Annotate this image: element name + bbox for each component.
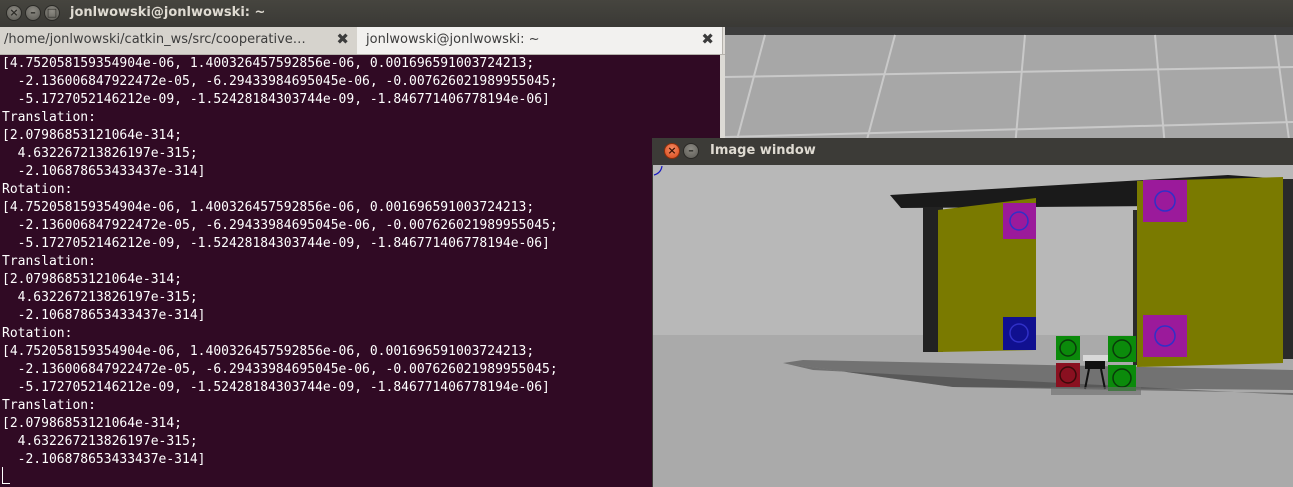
tab-home-shell[interactable]: jonlwowski@jonlwowski: ~ ✖ bbox=[357, 27, 723, 54]
terminal-line: [4.752058159354904e-06, 1.40032645759285… bbox=[2, 200, 535, 215]
tab-close-icon[interactable]: ✖ bbox=[701, 30, 714, 48]
terminal-line: -2.106878653433437e-314] bbox=[2, 308, 206, 323]
marker-magenta-3 bbox=[1143, 315, 1187, 357]
close-icon: × bbox=[667, 144, 677, 157]
robot-marker-green-1 bbox=[1056, 336, 1080, 360]
tab-label: /home/jonlwowski/catkin_ws/src/cooperati… bbox=[4, 32, 306, 47]
camera-scene bbox=[653, 165, 1293, 487]
terminal-line: Translation: bbox=[2, 254, 96, 269]
terminal-output[interactable]: [4.752058159354904e-06, 1.40032645759285… bbox=[0, 55, 720, 487]
terminal-line: Rotation: bbox=[2, 182, 73, 197]
tab-catkin-path[interactable]: /home/jonlwowski/catkin_ws/src/cooperati… bbox=[0, 27, 358, 54]
image-window-minimize-button[interactable]: – bbox=[683, 143, 699, 159]
terminal-line: -2.136006847922472e-05, -6.2943398469504… bbox=[2, 362, 558, 377]
terminal-line: -5.1727052146212e-09, -1.52428184303744e… bbox=[2, 380, 550, 395]
minimize-icon: – bbox=[30, 6, 36, 19]
camera-image bbox=[653, 165, 1293, 487]
marker-magenta-2 bbox=[1143, 180, 1187, 222]
terminal-line: -2.136006847922472e-05, -6.2943398469504… bbox=[2, 218, 558, 233]
window-titlebar: × – □ jonlwowski@jonlwowski: ~ bbox=[0, 0, 1293, 27]
terminal-line: -5.1727052146212e-09, -1.52428184303744e… bbox=[2, 236, 550, 251]
tab-label: jonlwowski@jonlwowski: ~ bbox=[366, 32, 540, 47]
terminal-line: 4.632267213826197e-315; bbox=[2, 290, 198, 305]
terminal-line: 4.632267213826197e-315; bbox=[2, 146, 198, 161]
window-maximize-button[interactable]: □ bbox=[44, 5, 60, 21]
terminal-line: -2.136006847922472e-05, -6.2943398469504… bbox=[2, 74, 558, 89]
close-icon: × bbox=[9, 6, 19, 19]
window-minimize-button[interactable]: – bbox=[25, 5, 41, 21]
maximize-icon: □ bbox=[46, 6, 58, 19]
terminal-line: -2.106878653433437e-314] bbox=[2, 452, 206, 467]
terminal-cursor bbox=[2, 467, 10, 484]
image-window-close-button[interactable]: × bbox=[664, 143, 680, 159]
terminal-line: Translation: bbox=[2, 398, 96, 413]
marker-blue bbox=[1003, 317, 1036, 350]
terminal-line: 4.632267213826197e-315; bbox=[2, 434, 198, 449]
terminal-line: [2.07986853121064e-314; bbox=[2, 128, 183, 143]
image-window-title: Image window bbox=[710, 143, 816, 158]
robot-marker-green-2 bbox=[1108, 336, 1136, 362]
minimize-icon: – bbox=[688, 144, 694, 157]
terminal-line: Translation: bbox=[2, 110, 96, 125]
terminal-line: [4.752058159354904e-06, 1.40032645759285… bbox=[2, 344, 535, 359]
window-close-button[interactable]: × bbox=[6, 5, 22, 21]
tab-close-icon[interactable]: ✖ bbox=[336, 30, 349, 48]
terminal-line: -5.1727052146212e-09, -1.52428184303744e… bbox=[2, 92, 550, 107]
image-window: × – Image window bbox=[652, 138, 1293, 487]
robot-marker-red bbox=[1056, 363, 1080, 387]
terminal-line: [2.07986853121064e-314; bbox=[2, 416, 183, 431]
terminal-line: [4.752058159354904e-06, 1.40032645759285… bbox=[2, 56, 535, 71]
marker-magenta-1 bbox=[1003, 203, 1036, 239]
window-title: jonlwowski@jonlwowski: ~ bbox=[70, 5, 266, 20]
terminal-tabs: /home/jonlwowski/catkin_ws/src/cooperati… bbox=[0, 27, 725, 55]
terminal-line: -2.106878653433437e-314] bbox=[2, 164, 206, 179]
terminal-line: Rotation: bbox=[2, 326, 73, 341]
terminal-line: [2.07986853121064e-314; bbox=[2, 272, 183, 287]
